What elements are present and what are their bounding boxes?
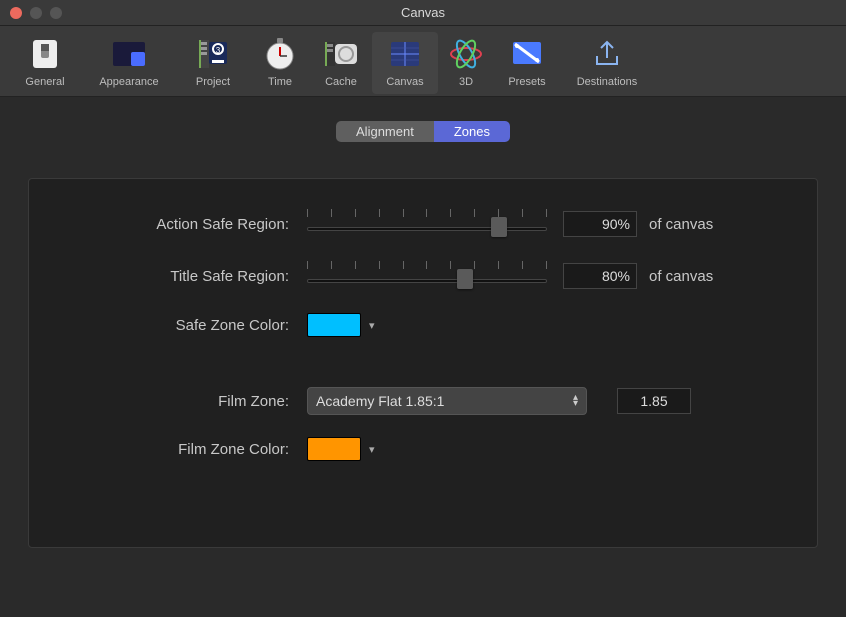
time-icon (262, 36, 298, 72)
action-safe-value[interactable]: 90% (563, 211, 637, 237)
toolbar-canvas[interactable]: Canvas (372, 32, 438, 94)
slider-thumb[interactable] (491, 217, 507, 237)
toolbar-label: Time (268, 76, 292, 88)
film-zone-select[interactable]: Academy Flat 1.85:1 ▴▾ (307, 387, 587, 415)
sub-tab-bar: Alignment Zones (20, 121, 826, 142)
toolbar-destinations[interactable]: Destinations (560, 32, 654, 94)
toolbar: General Appearance 3 Project Time Cache … (0, 26, 846, 97)
slider-thumb[interactable] (457, 269, 473, 289)
slider-ticks (307, 209, 547, 219)
film-zone-select-value: Academy Flat 1.85:1 (316, 393, 444, 409)
minimize-icon[interactable] (30, 7, 42, 19)
action-safe-label: Action Safe Region: (77, 216, 307, 233)
toolbar-project[interactable]: 3 Project (176, 32, 250, 94)
toolbar-label: Presets (508, 76, 545, 88)
close-icon[interactable] (10, 7, 22, 19)
title-safe-slider[interactable] (307, 261, 547, 291)
film-zone-ratio[interactable]: 1.85 (617, 388, 691, 414)
toolbar-label: Destinations (577, 76, 638, 88)
toolbar-presets[interactable]: Presets (494, 32, 560, 94)
traffic-lights (10, 7, 62, 19)
3d-icon (448, 36, 484, 72)
toolbar-cache[interactable]: Cache (310, 32, 372, 94)
presets-icon (509, 36, 545, 72)
action-safe-row: Action Safe Region: 90% of canvas (77, 209, 769, 239)
toolbar-label: Canvas (386, 76, 423, 88)
title-safe-row: Title Safe Region: 80% of canvas (77, 261, 769, 291)
window-title: Canvas (0, 5, 846, 20)
updown-icon: ▴▾ (573, 395, 578, 407)
title-safe-value[interactable]: 80% (563, 263, 637, 289)
toolbar-label: General (25, 76, 64, 88)
toolbar-general[interactable]: General (8, 32, 82, 94)
safe-color-swatch[interactable] (307, 313, 361, 337)
chevron-down-icon[interactable]: ▾ (369, 319, 375, 332)
general-icon (27, 36, 63, 72)
safe-color-label: Safe Zone Color: (77, 317, 307, 334)
titlebar: Canvas (0, 0, 846, 26)
toolbar-time[interactable]: Time (250, 32, 310, 94)
film-color-swatch[interactable] (307, 437, 361, 461)
title-safe-suffix: of canvas (649, 268, 713, 285)
toolbar-label: Appearance (99, 76, 158, 88)
zones-panel: Action Safe Region: 90% of canvas Title … (28, 178, 818, 548)
tab-alignment[interactable]: Alignment (336, 121, 434, 142)
tab-zones[interactable]: Zones (434, 121, 510, 142)
maximize-icon[interactable] (50, 7, 62, 19)
destinations-icon (589, 36, 625, 72)
action-safe-suffix: of canvas (649, 216, 713, 233)
film-zone-row: Film Zone: Academy Flat 1.85:1 ▴▾ 1.85 (77, 387, 769, 415)
film-color-row: Film Zone Color: ▾ (77, 437, 769, 461)
film-zone-label: Film Zone: (77, 393, 307, 410)
toolbar-label: Project (196, 76, 230, 88)
slider-ticks (307, 261, 547, 271)
toolbar-3d[interactable]: 3D (438, 32, 494, 94)
chevron-down-icon[interactable]: ▾ (369, 443, 375, 456)
toolbar-label: Cache (325, 76, 357, 88)
toolbar-appearance[interactable]: Appearance (82, 32, 176, 94)
appearance-icon (111, 36, 147, 72)
title-safe-label: Title Safe Region: (77, 268, 307, 285)
content: Alignment Zones Action Safe Region: 90% … (0, 97, 846, 572)
svg-text:3: 3 (216, 46, 221, 55)
film-color-label: Film Zone Color: (77, 441, 307, 458)
safe-color-row: Safe Zone Color: ▾ (77, 313, 769, 337)
toolbar-label: 3D (459, 76, 473, 88)
action-safe-slider[interactable] (307, 209, 547, 239)
project-icon: 3 (195, 36, 231, 72)
cache-icon (323, 36, 359, 72)
canvas-icon (387, 36, 423, 72)
